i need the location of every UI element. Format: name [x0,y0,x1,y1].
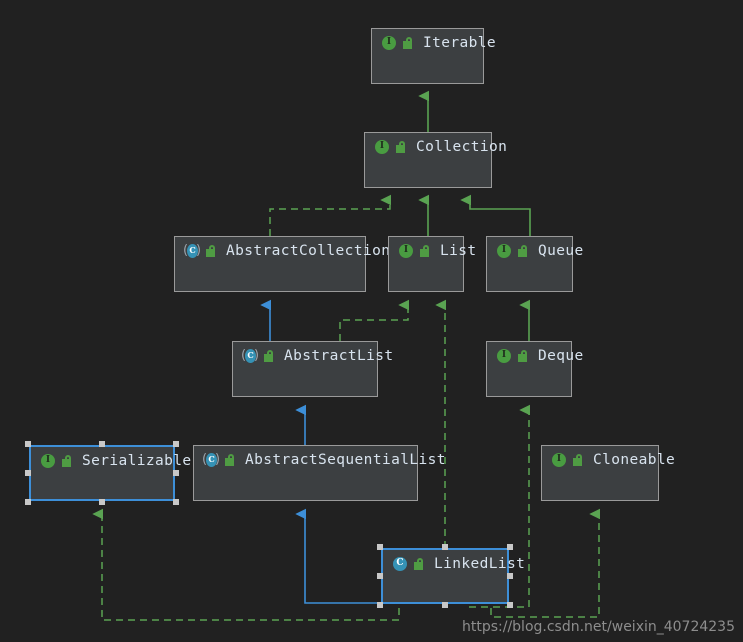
resize-handle[interactable] [507,573,513,579]
node-label: Queue [538,243,584,259]
resize-handle[interactable] [377,544,383,550]
resize-handle[interactable] [25,499,31,505]
resize-handle[interactable] [442,544,448,550]
node-header: I Cloneable [542,446,675,474]
lock-icon [60,454,73,468]
node-label: AbstractCollection [226,243,391,259]
resize-handle[interactable] [507,544,513,550]
class-icon: C [392,556,408,572]
class-node-abstractsequentiallist[interactable]: (C) AbstractSequentialList [193,445,445,501]
resize-handle[interactable] [25,470,31,476]
lock-icon [516,349,529,363]
node-label: LinkedList [434,556,526,572]
resize-handle[interactable] [25,441,31,447]
class-node-queue[interactable]: I Queue [486,236,583,292]
node-header: I Serializable [31,447,191,475]
node-header: (C) AbstractCollection [175,237,390,265]
node-header: C LinkedList [383,550,525,578]
lock-icon [394,140,407,154]
interface-icon: I [40,453,56,469]
class-node-deque[interactable]: I Deque [486,341,583,397]
class-node-list[interactable]: I List [388,236,476,292]
resize-handle[interactable] [173,470,179,476]
lock-icon [516,244,529,258]
class-node-serializable[interactable]: I Serializable [29,445,191,501]
edge-linkedlist-serializable [102,514,400,621]
interface-icon: I [496,243,512,259]
class-node-cloneable[interactable]: I Cloneable [541,445,675,501]
edge-layer [0,0,743,621]
interface-icon: I [551,452,567,468]
class-node-linkedlist[interactable]: C LinkedList [381,548,525,604]
lock-icon [571,453,584,467]
lock-icon [262,349,275,363]
class-node-abstractlist[interactable]: (C) AbstractList [232,341,393,397]
node-label: Deque [538,348,584,364]
edge-queue-collection [470,200,531,236]
edge-abstractcollection-collection [269,200,390,236]
node-label: List [440,243,477,259]
node-header: I Deque [487,342,583,370]
resize-handle[interactable] [99,441,105,447]
node-label: Serializable [82,453,192,469]
interface-icon: I [374,139,390,155]
resize-handle[interactable] [173,499,179,505]
node-header: (C) AbstractList [233,342,393,370]
node-header: I Iterable [372,29,496,57]
interface-icon: I [496,348,512,364]
abstract-class-icon: (C) [241,348,260,363]
edge-abstractlist-list [339,305,408,341]
lock-icon [418,244,431,258]
uml-diagram-canvas[interactable]: I Iterable I Collection (C) AbstractCollectio… [0,0,743,642]
node-header: (C) AbstractSequentialList [194,446,445,474]
class-node-collection[interactable]: I Collection [364,132,507,188]
node-header: I Queue [487,237,583,265]
class-node-iterable[interactable]: I Iterable [371,28,496,84]
node-header: I Collection [365,133,507,161]
node-label: AbstractList [284,348,394,364]
abstract-class-icon: (C) [183,243,202,258]
class-node-abstractcollection[interactable]: (C) AbstractCollection [174,236,390,292]
resize-handle[interactable] [377,602,383,608]
node-label: Iterable [423,35,497,51]
interface-icon: I [398,243,414,259]
abstract-class-icon: (C) [202,452,221,467]
lock-icon [204,244,217,258]
resize-handle[interactable] [173,441,179,447]
node-label: AbstractSequentialList [245,452,446,468]
interface-icon: I [381,35,397,51]
lock-icon [223,453,236,467]
lock-icon [401,36,414,50]
resize-handle[interactable] [507,602,513,608]
node-label: Collection [416,139,508,155]
node-header: I List [389,237,476,265]
lock-icon [412,557,425,571]
resize-handle[interactable] [442,602,448,608]
resize-handle[interactable] [99,499,105,505]
resize-handle[interactable] [377,573,383,579]
watermark: https://blog.csdn.net/weixin_40724235 [461,619,735,635]
node-label: Cloneable [593,452,676,468]
